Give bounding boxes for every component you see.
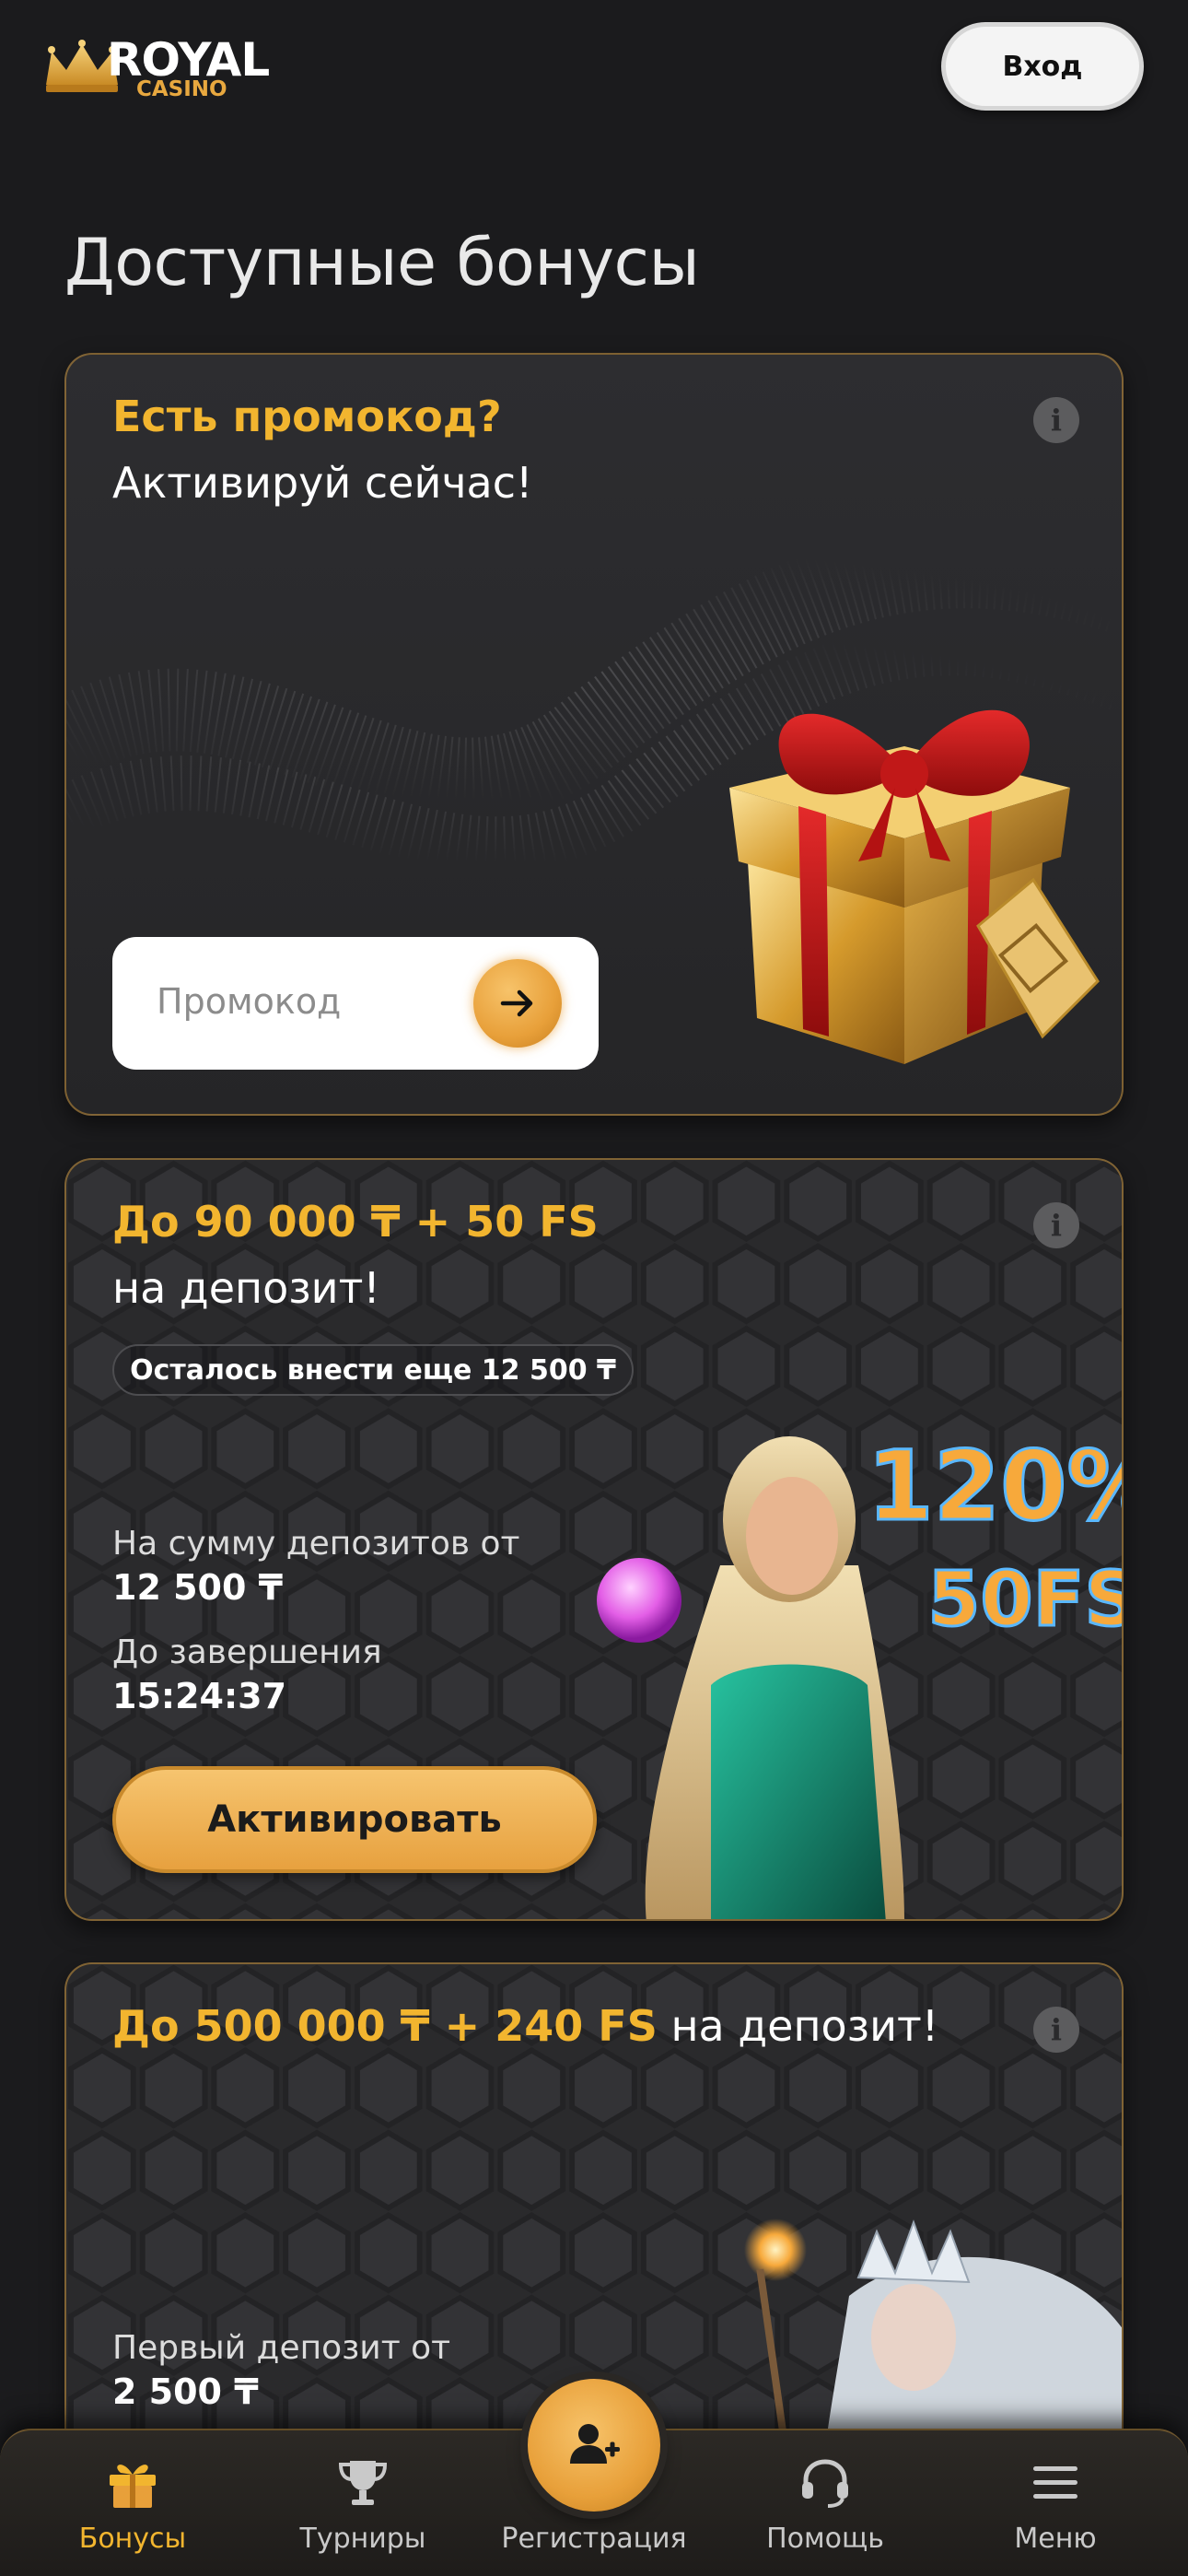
promo-code-input[interactable]: Промокод (112, 937, 599, 1070)
arrow-right-icon (500, 989, 533, 1017)
page-title: Доступные бонусы (64, 225, 700, 300)
bonus-subheading: на депозит! (112, 1263, 380, 1313)
first-deposit-label: Первый депозит от (112, 2329, 451, 2367)
info-icon[interactable]: i (1033, 397, 1079, 443)
bonus-heading-amount: До 500 000 ₸ + 240 FS (112, 2001, 658, 2051)
bonuses-page: ROYAL CASINO Вход Доступные бонусы i Ест… (0, 0, 1188, 2576)
deposit-value: 12 500 ₸ (112, 1567, 284, 1608)
trophy-icon (338, 2461, 388, 2505)
headset-icon (802, 2459, 848, 2508)
info-icon[interactable]: i (1033, 1202, 1079, 1248)
nav-item-tournaments[interactable]: Турниры (271, 2451, 455, 2570)
add-user-icon (570, 2424, 620, 2464)
activate-button[interactable]: Активировать (112, 1766, 597, 1873)
login-button[interactable]: Вход (941, 22, 1144, 111)
header: ROYAL CASINO Вход (0, 0, 1188, 138)
bonus-heading-suffix: на депозит! (657, 2001, 939, 2051)
gift-icon (110, 2465, 156, 2508)
woman-with-crystal-ball-illustration: 120% 50FS (597, 1429, 1124, 1919)
promo-subheading: Активируй сейчас! (112, 458, 533, 508)
royal-casino-logo[interactable]: ROYAL CASINO (42, 33, 282, 111)
nav-label: Бонусы (78, 2523, 187, 2555)
first-deposit-value: 2 500 ₸ (112, 2371, 259, 2412)
promo-code-card: i Есть промокод? Активируй сейчас! Промо… (64, 353, 1124, 1116)
nav-item-menu[interactable]: Меню (963, 2451, 1147, 2570)
deposit-label: На сумму депозитов от (112, 1525, 520, 1563)
bonus-heading: До 500 000 ₸ + 240 FS на депозит! (112, 2001, 938, 2051)
nav-label: Помощь (766, 2523, 884, 2555)
countdown-timer: 15:24:37 (112, 1676, 287, 1716)
nav-item-help[interactable]: Помощь (733, 2451, 917, 2570)
register-button[interactable] (528, 2379, 660, 2512)
art-percent-text: 120% (867, 1430, 1124, 1542)
bonus-heading: До 90 000 ₸ + 50 FS (112, 1197, 599, 1247)
remaining-deposit-badge: Осталось внести еще 12 500 ₸ (112, 1344, 634, 1396)
ends-label: До завершения (112, 1633, 382, 1671)
nav-label: Турниры (299, 2523, 426, 2555)
info-icon[interactable]: i (1033, 2007, 1079, 2053)
promo-code-placeholder: Промокод (157, 981, 342, 1022)
logo-casino-text: CASINO (136, 77, 227, 101)
bonus-card-90000: i До 90 000 ₸ + 50 FS на депозит! Остало… (64, 1158, 1124, 1921)
art-fs-text: 50FS (927, 1556, 1124, 1644)
nav-label: Меню (1014, 2523, 1097, 2555)
nav-item-bonuses[interactable]: Бонусы (41, 2451, 225, 2570)
promo-heading: Есть промокод? (112, 392, 502, 441)
gift-box-illustration (729, 709, 1100, 1064)
menu-icon (1033, 2466, 1077, 2499)
register-label[interactable]: Регистрация (497, 2523, 691, 2555)
submit-promo-button[interactable] (473, 959, 562, 1048)
